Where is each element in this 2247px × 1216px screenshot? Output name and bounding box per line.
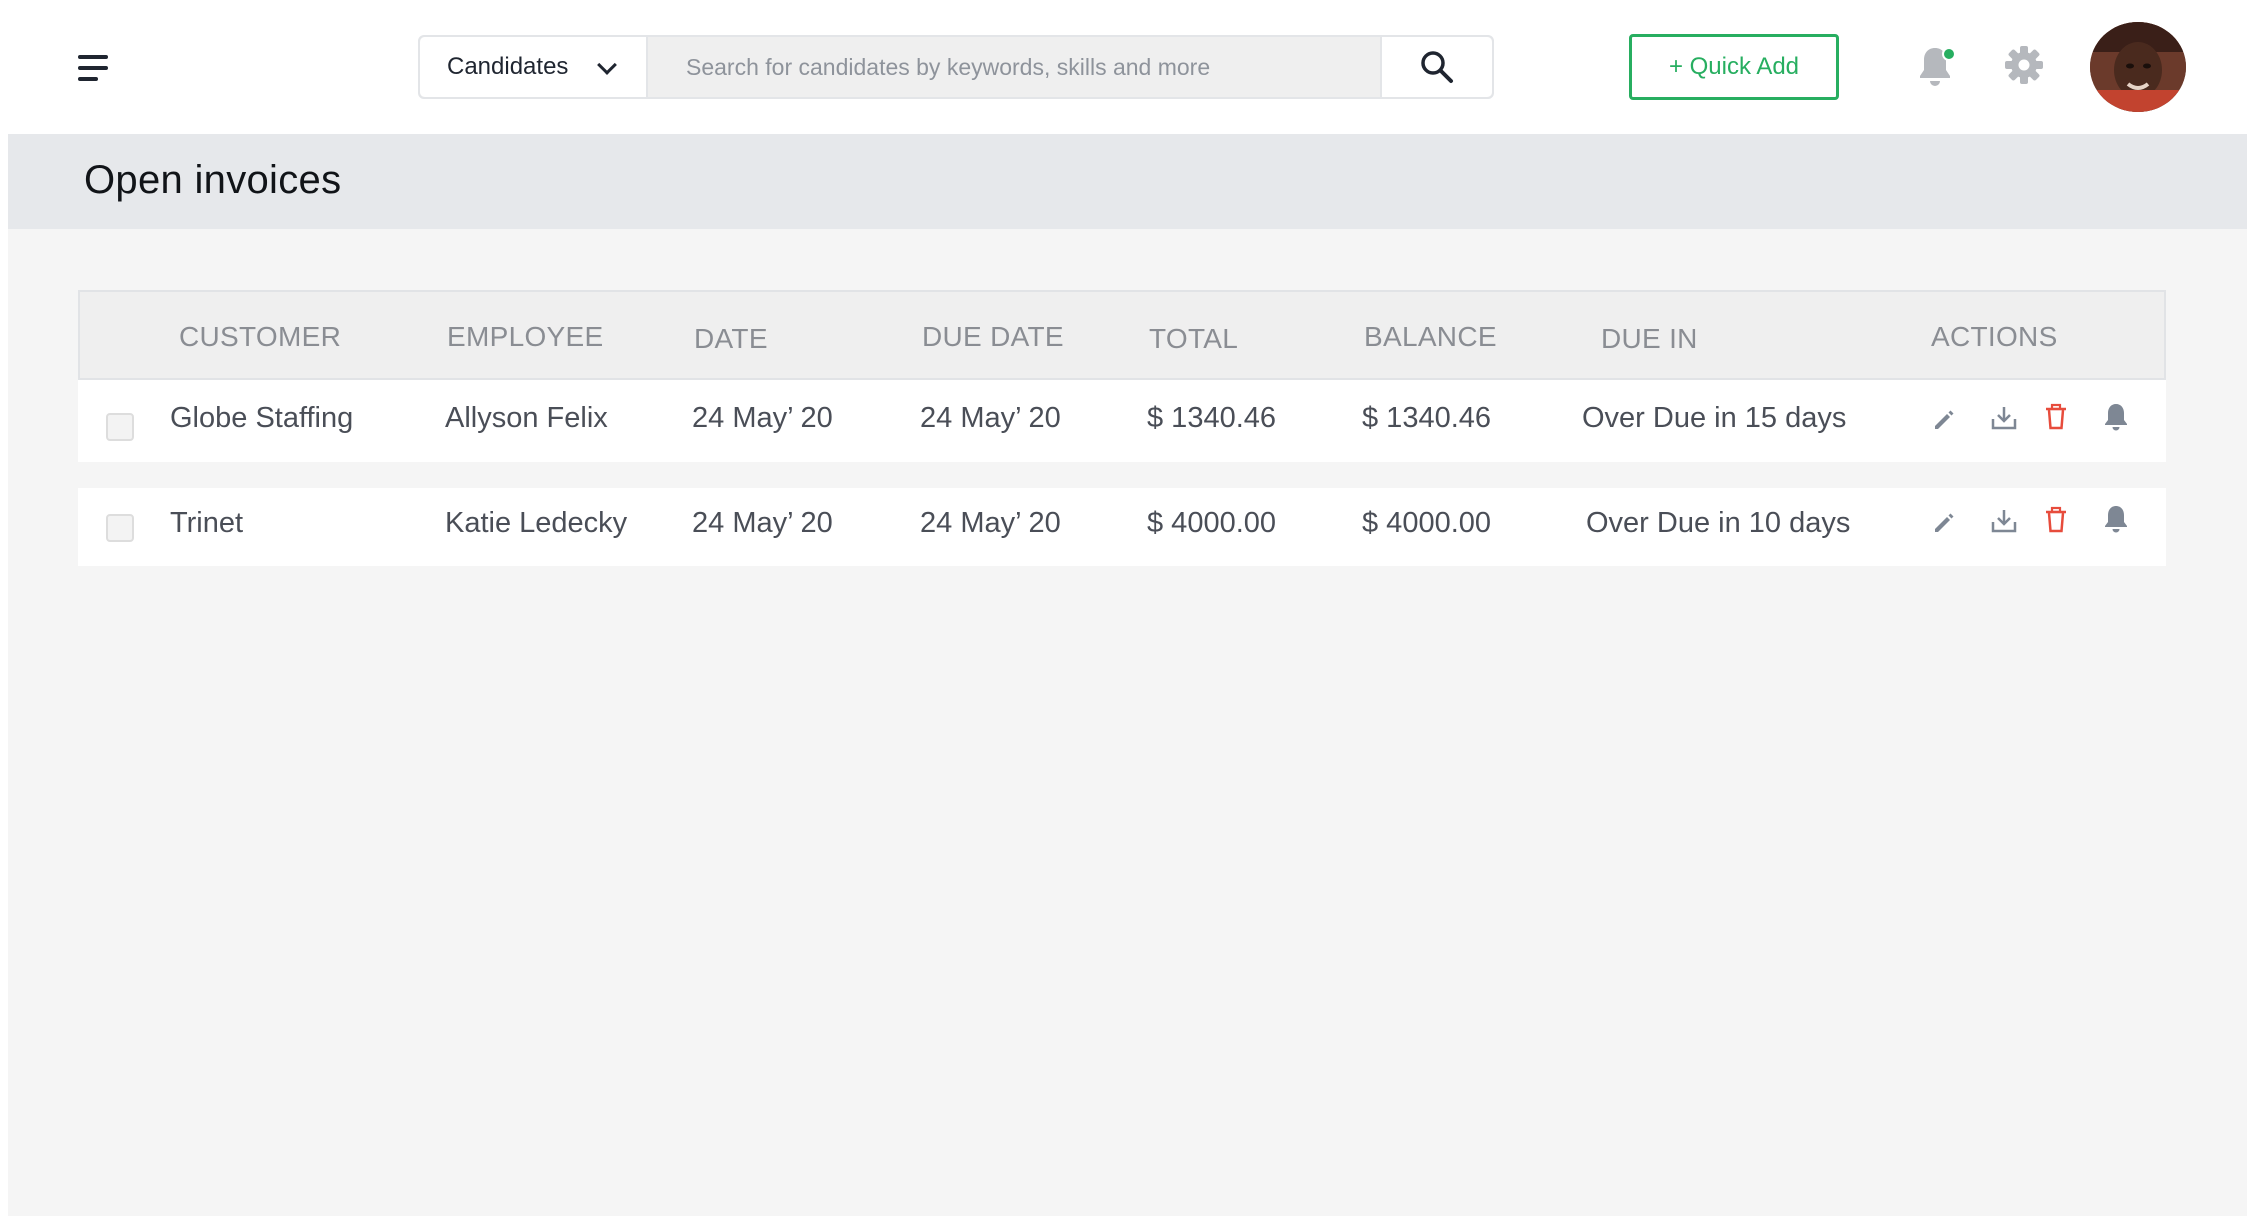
edit-icon bbox=[1935, 513, 1954, 532]
download-button[interactable] bbox=[1989, 403, 2019, 433]
cell-total: $ 4000.00 bbox=[1147, 507, 1277, 539]
table-row: Trinet Katie Ledecky 24 May’ 20 24 May’ … bbox=[78, 488, 2166, 566]
delete-button[interactable] bbox=[2041, 402, 2071, 432]
column-header-actions: ACTIONS bbox=[1931, 321, 2058, 352]
column-header-date: DATE bbox=[694, 323, 768, 354]
category-dropdown-label: Candidates bbox=[447, 53, 569, 80]
cell-customer: Trinet bbox=[170, 507, 244, 539]
reminder-bell-icon bbox=[2105, 506, 2127, 533]
search-bar: Candidates bbox=[418, 35, 1494, 99]
reminder-bell-icon bbox=[2105, 404, 2127, 431]
column-header-employee: EMPLOYEE bbox=[447, 321, 604, 352]
category-dropdown[interactable]: Candidates bbox=[420, 37, 648, 97]
edit-button[interactable] bbox=[1929, 405, 1959, 435]
table-row: Globe Staffing Allyson Felix 24 May’ 20 … bbox=[78, 380, 2166, 462]
cell-total: $ 1340.46 bbox=[1147, 402, 1277, 434]
column-header-customer: CUSTOMER bbox=[179, 321, 342, 352]
menu-icon[interactable] bbox=[78, 53, 112, 83]
row-checkbox[interactable] bbox=[106, 514, 134, 542]
table-header: CUSTOMER EMPLOYEE DATE DUE DATE TOTAL BA… bbox=[78, 290, 2166, 380]
chevron-down-icon bbox=[597, 55, 617, 75]
quick-add-button[interactable]: + Quick Add bbox=[1629, 34, 1839, 100]
row-checkbox[interactable] bbox=[106, 413, 134, 441]
cell-due-in: Over Due in 10 days bbox=[1586, 507, 1851, 539]
delete-icon bbox=[2046, 506, 2066, 533]
search-input[interactable] bbox=[648, 37, 1380, 97]
download-button[interactable] bbox=[1989, 506, 2019, 536]
delete-icon bbox=[2046, 403, 2066, 430]
edit-button[interactable] bbox=[1929, 508, 1959, 538]
column-header-total: TOTAL bbox=[1149, 323, 1239, 354]
column-header-due-date: DUE DATE bbox=[922, 321, 1064, 352]
cell-date: 24 May’ 20 bbox=[692, 507, 833, 539]
column-header-balance: BALANCE bbox=[1364, 321, 1497, 352]
edit-icon bbox=[1935, 410, 1954, 429]
cell-due-in: Over Due in 15 days bbox=[1582, 402, 1847, 434]
search-icon bbox=[1421, 51, 1453, 83]
gear-icon bbox=[2005, 46, 2043, 84]
notification-dot bbox=[1942, 47, 1956, 61]
cell-balance: $ 4000.00 bbox=[1362, 507, 1492, 539]
cell-employee: Katie Ledecky bbox=[445, 507, 628, 539]
avatar[interactable] bbox=[2090, 22, 2186, 112]
cell-date: 24 May’ 20 bbox=[692, 402, 833, 434]
avatar-photo bbox=[2090, 22, 2186, 112]
reminder-button[interactable] bbox=[2101, 503, 2131, 533]
cell-due-date: 24 May’ 20 bbox=[920, 507, 1061, 539]
page-header: Open invoices bbox=[8, 134, 2247, 229]
settings-button[interactable] bbox=[2004, 45, 2044, 85]
download-icon bbox=[1991, 407, 2017, 430]
reminder-button[interactable] bbox=[2101, 401, 2131, 431]
cell-due-date: 24 May’ 20 bbox=[920, 402, 1061, 434]
download-icon bbox=[1991, 510, 2017, 533]
search-button[interactable] bbox=[1380, 37, 1492, 97]
column-header-due-in: DUE IN bbox=[1601, 323, 1698, 354]
cell-balance: $ 1340.46 bbox=[1362, 402, 1492, 434]
top-bar: Candidates + Quick Add bbox=[0, 0, 2247, 134]
delete-button[interactable] bbox=[2041, 505, 2071, 535]
cell-employee: Allyson Felix bbox=[445, 402, 608, 434]
cell-customer: Globe Staffing bbox=[170, 402, 354, 434]
page-title: Open invoices bbox=[84, 158, 342, 202]
